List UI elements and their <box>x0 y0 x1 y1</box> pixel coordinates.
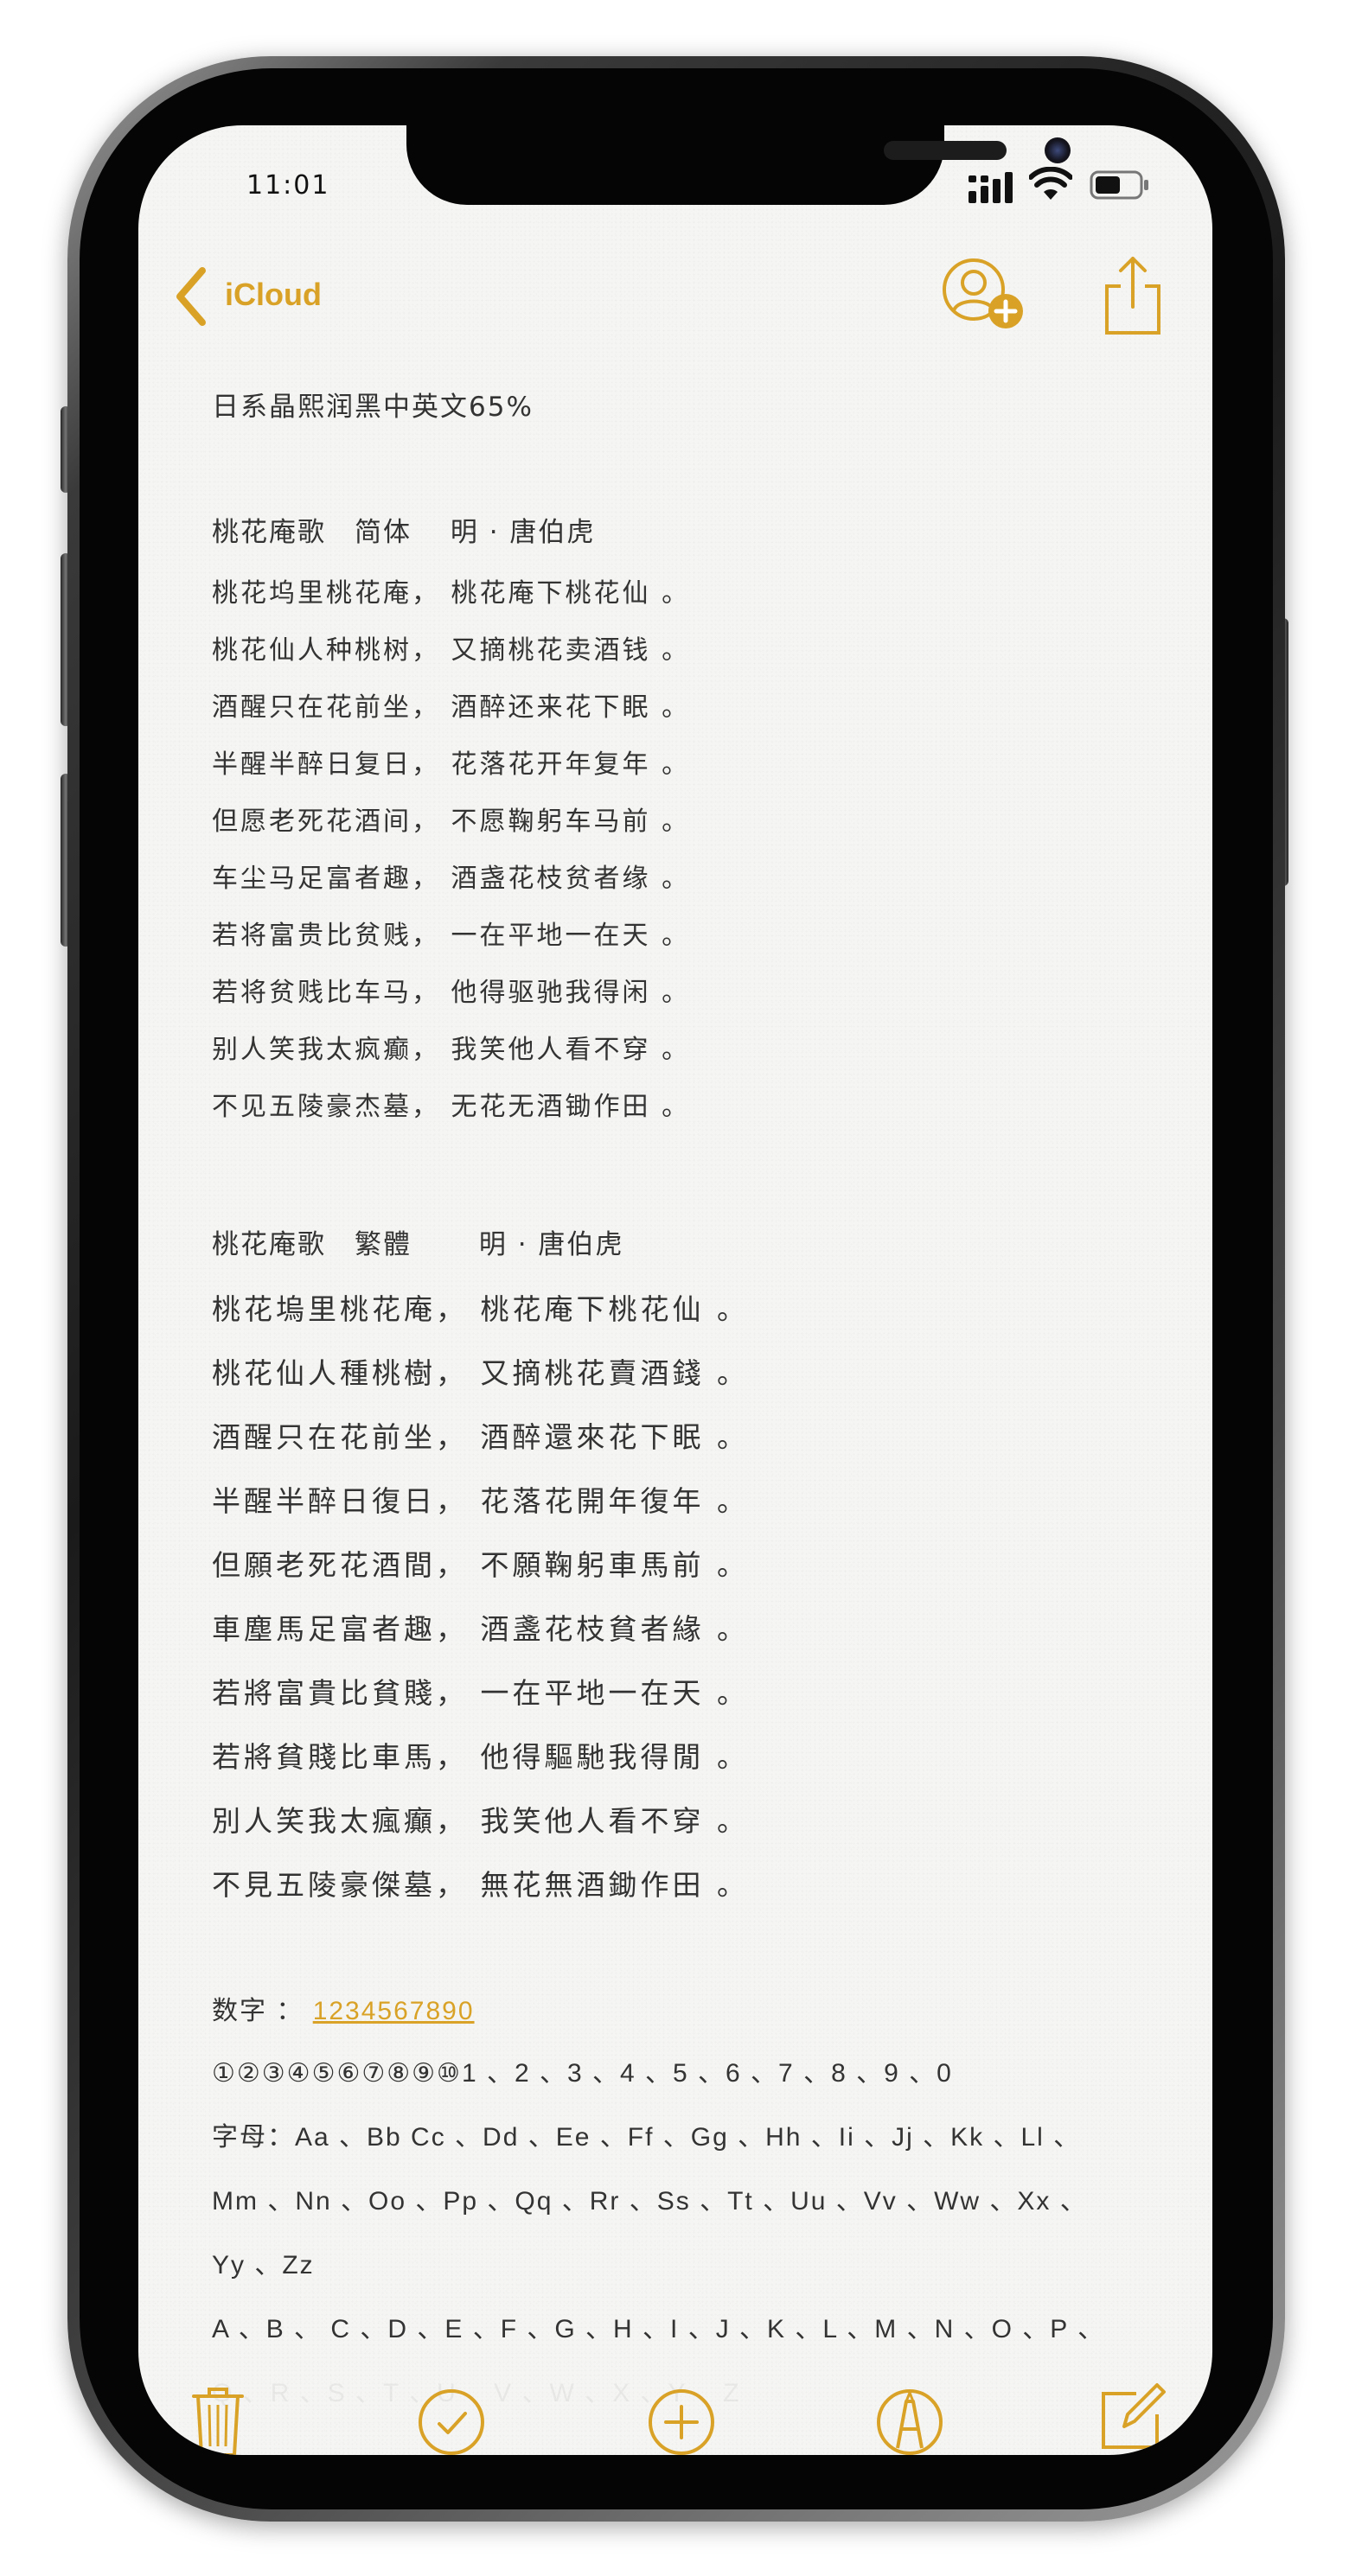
wifi-icon <box>1029 167 1072 200</box>
markup-pen-icon[interactable] <box>873 2386 946 2455</box>
poem-line: 酒醒只在花前坐， 酒醉還來花下眠 。 <box>212 1420 749 1454</box>
earpiece-speaker <box>884 141 1007 160</box>
poem-line: 桃花塢里桃花庵， 桃花庵下桃花仙 。 <box>212 1292 749 1326</box>
poem-line: 半醒半醉日復日， 花落花開年復年 。 <box>212 1484 749 1518</box>
notes-screen: 11:01 iCloud 日系晶熙润黑中英文65% 桃花庵歌 简体 明 · 唐伯… <box>138 125 1212 2455</box>
checkmark-circle-icon[interactable] <box>415 2386 488 2455</box>
poem-title-simplified: 桃花庵歌 简体 明 · 唐伯虎 <box>212 517 596 548</box>
circled-numbers-line: ①②③④⑤⑥⑦⑧⑨⑩1 、2 、3 、4 、5 、6 、7 、8 、9 、0 <box>212 2059 953 2088</box>
battery-icon <box>1090 170 1148 200</box>
back-button-label[interactable]: iCloud <box>225 277 322 313</box>
letters-line: Yy 、Zz <box>212 2251 315 2280</box>
poem-line: 桃花仙人種桃樹， 又摘桃花賣酒錢 。 <box>212 1356 749 1390</box>
letters-line: A 、B 、 C 、D 、E 、F 、G 、H 、I 、J 、K 、L 、M 、… <box>212 2315 1106 2343</box>
poem-line: 車塵馬足富者趣， 酒盞花枝貧者緣 。 <box>212 1612 749 1646</box>
digits-label: 数字 ： <box>212 1997 304 2025</box>
status-time: 11:01 <box>246 170 330 201</box>
poem-line: 车尘马足富者趣， 酒盏花枝贫者缘 。 <box>212 864 691 894</box>
notch <box>406 125 1071 205</box>
poem-line: 若将富贵比贫贱， 一在平地一在天 。 <box>212 921 691 951</box>
font-name-line: 日系晶熙润黑中英文65% <box>212 392 534 423</box>
poem-line: 不見五陵豪傑墓， 無花無酒鋤作田 。 <box>212 1868 749 1902</box>
poem-line: 桃花仙人种桃树， 又摘桃花卖酒钱 。 <box>212 635 691 666</box>
cellular-signal-icon <box>969 172 1013 203</box>
poem-line: 桃花坞里桃花庵， 桃花庵下桃花仙 。 <box>212 578 691 609</box>
phone-mockup: 11:01 iCloud 日系晶熙润黑中英文65% 桃花庵歌 简体 明 · 唐伯… <box>0 0 1349 2576</box>
poem-line: 别人笑我太疯癫， 我笑他人看不穿 。 <box>212 1035 691 1065</box>
poem-line: 若將貧賤比車馬， 他得驅馳我得閒 。 <box>212 1740 749 1774</box>
share-icon[interactable] <box>1103 255 1162 336</box>
compose-icon[interactable] <box>1098 2380 1167 2452</box>
poem-line: 但願老死花酒間， 不願鞠躬車馬前 。 <box>212 1548 749 1582</box>
poem-line: 酒醒只在花前坐， 酒醉还来花下眠 。 <box>212 692 691 723</box>
plus-circle-icon[interactable] <box>645 2386 718 2455</box>
poem-line: 半醒半醉日复日， 花落花开年复年 。 <box>212 749 691 780</box>
poem-line: 不见五陵豪杰墓， 无花无酒锄作田 。 <box>212 1092 691 1122</box>
trash-icon[interactable] <box>190 2386 246 2455</box>
phone-number-link[interactable]: 1234567890 <box>313 1997 475 2025</box>
letters-line: 字母：Aa 、Bb Cc 、Dd 、Ee 、Ff 、Gg 、Hh 、Ii 、Jj… <box>212 2123 1082 2152</box>
letters-line: Mm 、Nn 、Oo 、Pp 、Qq 、Rr 、Ss 、Tt 、Uu 、Vv 、… <box>212 2187 1088 2216</box>
poem-line: 別人笑我太瘋癲， 我笑他人看不穿 。 <box>212 1804 749 1838</box>
digits-line: 数字 ： 1234567890 <box>212 1989 475 2027</box>
poem-title-traditional: 桃花庵歌 繁體 明 · 唐伯虎 <box>212 1229 624 1260</box>
front-camera <box>1045 137 1071 163</box>
chevron-left-icon[interactable] <box>171 265 209 328</box>
poem-line: 若將富貴比貧賤， 一在平地一在天 。 <box>212 1676 749 1710</box>
add-person-icon[interactable] <box>941 257 1027 333</box>
poem-line: 但愿老死花酒间， 不愿鞠躬车马前 。 <box>212 807 691 837</box>
poem-line: 若将贫贱比车马， 他得驱驰我得闲 。 <box>212 978 691 1008</box>
